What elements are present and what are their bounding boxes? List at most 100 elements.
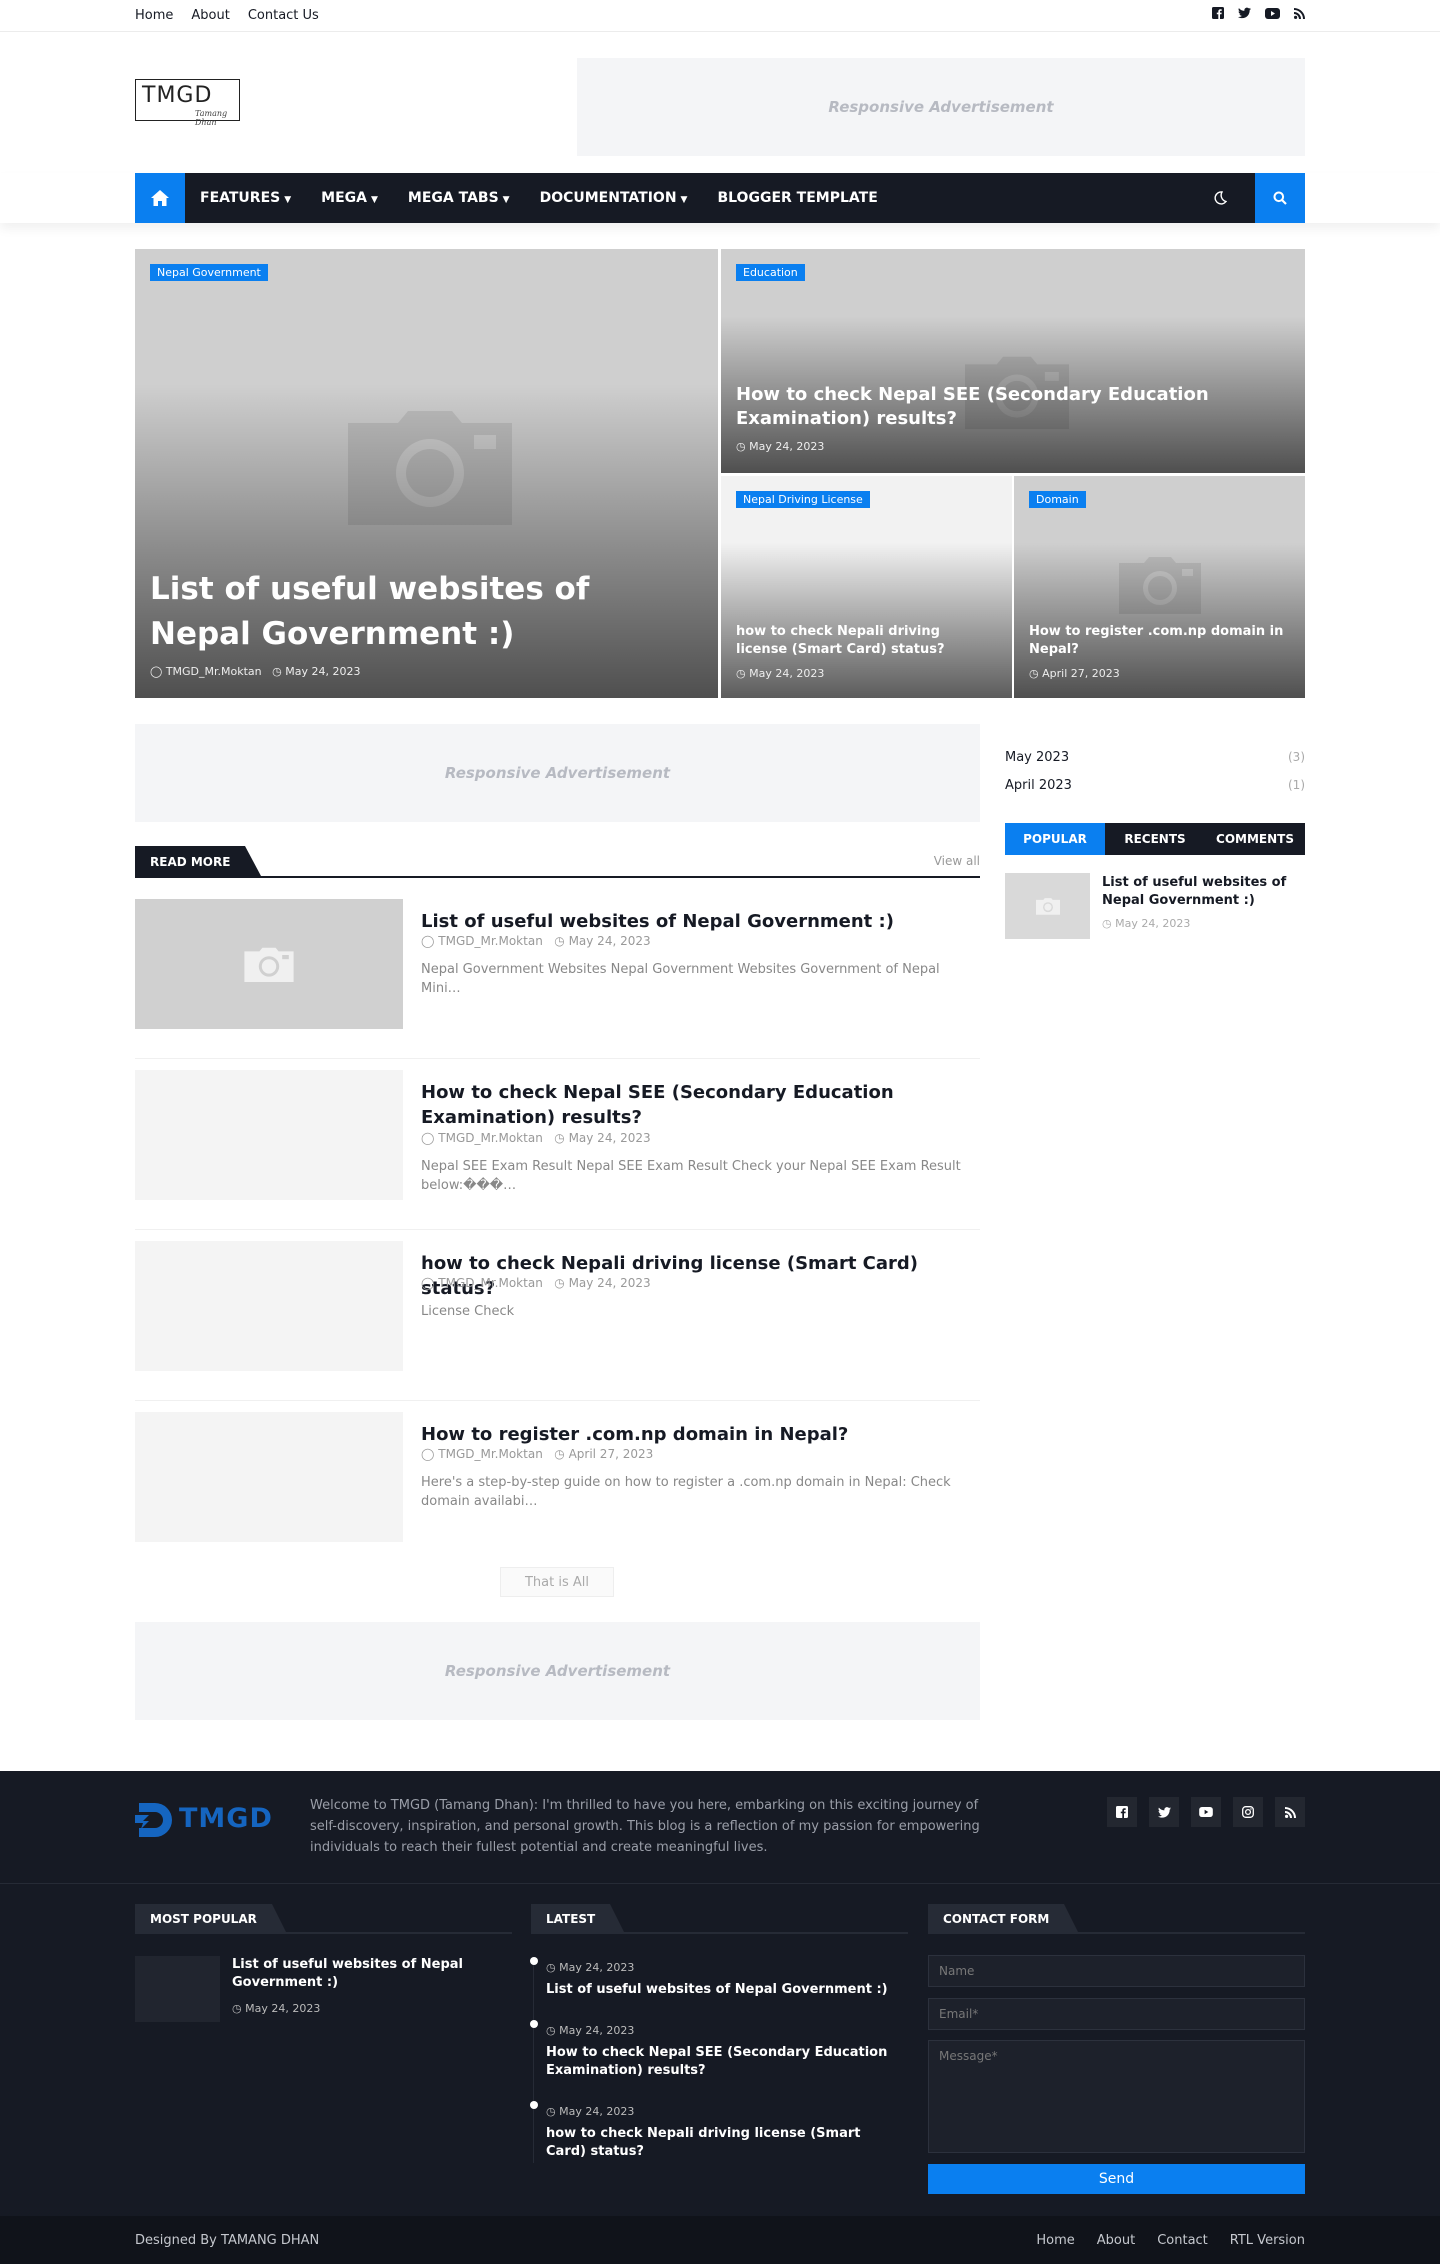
post-author[interactable]: TMGD_Mr.Moktan: [438, 1131, 543, 1145]
clock-icon: ◷: [1102, 917, 1112, 930]
name-field[interactable]: Name: [928, 1955, 1305, 1987]
top-link-contact[interactable]: Contact Us: [248, 8, 319, 23]
home-icon: [151, 190, 169, 206]
footer-social: [1107, 1797, 1305, 1827]
post-thumbnail[interactable]: [1005, 873, 1090, 939]
content-advertisement[interactable]: Responsive Advertisement: [135, 724, 980, 822]
site-logo[interactable]: TMGD Tamang Dhan: [135, 79, 240, 127]
featured-title[interactable]: How to register .com.np domain in Nepal?: [1029, 623, 1285, 659]
post-date: May 24, 2023: [285, 665, 361, 678]
send-button[interactable]: Send: [928, 2164, 1305, 2194]
timeline-line: [533, 1957, 534, 2163]
facebook-icon[interactable]: [1107, 1797, 1137, 1827]
footer-about: Welcome to TMGD (Tamang Dhan): I'm thril…: [310, 1798, 980, 1855]
nav-item-mega-tabs[interactable]: MEGA TABS ▼: [408, 190, 510, 206]
post-title[interactable]: How to check Nepal SEE (Secondary Educat…: [421, 1080, 971, 1130]
post-thumbnail[interactable]: [135, 1241, 403, 1371]
bottom-link-about[interactable]: About: [1097, 2233, 1135, 2248]
user-icon: ◯: [421, 1276, 435, 1290]
youtube-icon[interactable]: [1265, 7, 1280, 19]
bottom-link-rtl[interactable]: RTL Version: [1230, 2233, 1305, 2248]
post-title[interactable]: List of useful websites of Nepal Governm…: [546, 1981, 901, 1999]
featured-title[interactable]: How to check Nepal SEE (Secondary Educat…: [736, 383, 1285, 431]
rss-icon[interactable]: [1275, 1797, 1305, 1827]
youtube-icon[interactable]: [1191, 1797, 1221, 1827]
post-title[interactable]: List of useful websites of Nepal Governm…: [1102, 874, 1302, 910]
post-snippet: License Check: [421, 1304, 515, 1319]
bottom-advertisement[interactable]: Responsive Advertisement: [135, 1622, 980, 1720]
timeline-dot: [530, 2020, 538, 2028]
nav-item-documentation[interactable]: DOCUMENTATION ▼: [540, 190, 688, 206]
date-text: May 24, 2023: [559, 1961, 635, 1974]
post-date: May 24, 2023: [568, 934, 651, 948]
twitter-icon[interactable]: [1238, 7, 1251, 19]
search-icon: [1273, 191, 1287, 205]
clock-icon: ◷: [554, 1447, 565, 1461]
top-links: Home About Contact Us: [135, 8, 319, 23]
post-date: May 24, 2023: [568, 1131, 651, 1145]
category-badge[interactable]: Domain: [1029, 491, 1086, 508]
post-thumbnail[interactable]: [135, 899, 403, 1029]
clock-icon: ◷: [736, 667, 746, 680]
top-link-about[interactable]: About: [191, 8, 229, 23]
tab-comments[interactable]: COMMENTS: [1205, 823, 1305, 855]
post-date: May 24, 2023: [1115, 917, 1191, 930]
featured-post-main[interactable]: Nepal Government List of useful websites…: [135, 249, 718, 698]
email-field[interactable]: Email*: [928, 1998, 1305, 2030]
post-meta: ◷ May 24, 2023: [232, 2002, 320, 2015]
post-author[interactable]: TMGD_Mr.Moktan: [438, 1447, 543, 1461]
post-thumbnail[interactable]: [135, 1956, 220, 2022]
section-title: LATEST: [531, 1904, 625, 1932]
category-badge[interactable]: Nepal Government: [150, 264, 268, 281]
user-icon: ◯: [421, 934, 435, 948]
archive-item[interactable]: May 2023 (3): [1005, 750, 1305, 765]
footer-logo[interactable]: TMGD: [135, 1799, 285, 1841]
dark-mode-toggle[interactable]: [1195, 173, 1245, 223]
featured-post-domain[interactable]: Domain How to register .com.np domain in…: [1014, 476, 1305, 698]
load-more-button[interactable]: That is All: [500, 1567, 614, 1597]
facebook-icon[interactable]: [1212, 7, 1224, 19]
main-nav-wrapper: FEATURES ▼ MEGA ▼ MEGA TABS ▼ DOCUMENTATION…: [0, 173, 1440, 223]
bottom-link-contact[interactable]: Contact: [1157, 2233, 1208, 2248]
post-snippet: Nepal Government Websites Nepal Governme…: [421, 962, 940, 996]
nav-item-blogger-template[interactable]: BLOGGER TEMPLATE: [717, 190, 877, 206]
nav-item-features[interactable]: FEATURES ▼: [200, 190, 291, 206]
logo-text: TMGD: [142, 83, 213, 108]
logo-script: Tamang Dhan: [195, 109, 228, 127]
post-title[interactable]: How to register .com.np domain in Nepal?: [421, 1422, 971, 1447]
featured-title[interactable]: how to check Nepali driving license (Sma…: [736, 623, 992, 659]
instagram-icon[interactable]: [1233, 1797, 1263, 1827]
featured-post-education[interactable]: Education How to check Nepal SEE (Second…: [721, 249, 1305, 473]
post-date: April 27, 2023: [1042, 667, 1120, 680]
nav-item-mega[interactable]: MEGA ▼: [321, 190, 378, 206]
top-link-home[interactable]: Home: [135, 8, 173, 23]
post-author[interactable]: TMGD_Mr.Moktan: [166, 665, 262, 678]
header-advertisement[interactable]: Responsive Advertisement: [577, 58, 1305, 156]
latest-header: LATEST: [531, 1904, 908, 1934]
view-all-link[interactable]: View all: [934, 854, 980, 868]
tab-recents[interactable]: RECENTS: [1105, 823, 1205, 855]
clock-icon: ◷: [554, 1131, 565, 1145]
post-title[interactable]: how to check Nepali driving license (Sma…: [546, 2125, 901, 2161]
post-thumbnail[interactable]: [135, 1070, 403, 1200]
featured-title[interactable]: List of useful websites of Nepal Governm…: [150, 567, 698, 657]
post-title[interactable]: How to check Nepal SEE (Secondary Educat…: [546, 2044, 901, 2080]
nav-label: MEGA TABS: [407, 190, 499, 206]
post-title[interactable]: List of useful websites of Nepal Governm…: [421, 909, 971, 934]
post-author[interactable]: TMGD_Mr.Moktan: [438, 934, 543, 948]
footer-credit: Designed By TAMANG DHAN: [135, 2233, 320, 2248]
archive-item[interactable]: April 2023 (1): [1005, 778, 1305, 793]
home-button[interactable]: [135, 173, 185, 223]
message-field[interactable]: Message*: [928, 2040, 1305, 2153]
bottom-link-home[interactable]: Home: [1036, 2233, 1074, 2248]
category-badge[interactable]: Education: [736, 264, 805, 281]
twitter-icon[interactable]: [1149, 1797, 1179, 1827]
featured-post-driving[interactable]: Nepal Driving License how to check Nepal…: [721, 476, 1012, 698]
category-badge[interactable]: Nepal Driving License: [736, 491, 870, 508]
tab-popular[interactable]: POPULAR: [1005, 823, 1105, 855]
rss-icon[interactable]: [1294, 7, 1305, 19]
post-title[interactable]: List of useful websites of Nepal Governm…: [232, 1956, 482, 1992]
post-author[interactable]: TMGD_Mr.Moktan: [438, 1276, 543, 1290]
search-button[interactable]: [1255, 173, 1305, 223]
post-thumbnail[interactable]: [135, 1412, 403, 1542]
